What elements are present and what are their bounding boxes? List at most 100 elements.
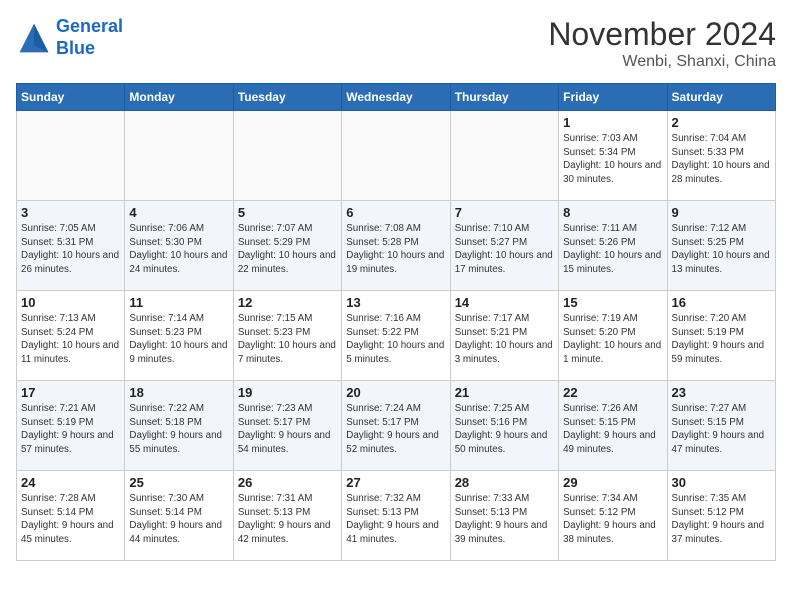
- day-number: 1: [563, 115, 662, 130]
- day-number: 25: [129, 475, 228, 490]
- calendar-cell: 16 Sunrise: 7:20 AM Sunset: 5:19 PM Dayli…: [667, 291, 775, 381]
- day-info: Sunrise: 7:20 AM Sunset: 5:19 PM Dayligh…: [672, 312, 771, 367]
- day-number: 13: [346, 295, 445, 310]
- logo-icon: [16, 20, 52, 56]
- calendar-week-4: 17 Sunrise: 7:21 AM Sunset: 5:19 PM Dayli…: [17, 381, 776, 471]
- calendar-cell: [125, 111, 233, 201]
- calendar-cell: 14Sunrise: 7:17 AM Sunset: 5:21 PM Dayli…: [450, 291, 558, 381]
- page-header: General Blue November 2024 Wenbi, Shanxi…: [16, 16, 776, 71]
- calendar-cell: 28 Sunrise: 7:33 AM Sunset: 5:13 PM Dayli…: [450, 471, 558, 561]
- day-number: 22: [563, 385, 662, 400]
- day-number: 24: [21, 475, 120, 490]
- calendar-cell: 23 Sunrise: 7:27 AM Sunset: 5:15 PM Dayli…: [667, 381, 775, 471]
- day-info: Sunrise: 7:25 AM Sunset: 5:16 PM Dayligh…: [455, 402, 554, 457]
- day-header-saturday: Saturday: [667, 84, 775, 111]
- day-info: Sunrise: 7:19 AM Sunset: 5:20 PM Dayligh…: [563, 312, 662, 367]
- calendar-cell: 18 Sunrise: 7:22 AM Sunset: 5:18 PM Dayli…: [125, 381, 233, 471]
- calendar-header-row: SundayMondayTuesdayWednesdayThursdayFrid…: [17, 84, 776, 111]
- logo: General Blue: [16, 16, 123, 59]
- calendar-week-3: 10 Sunrise: 7:13 AM Sunset: 5:24 PM Dayli…: [17, 291, 776, 381]
- day-number: 16: [672, 295, 771, 310]
- calendar-cell: 12 Sunrise: 7:15 AM Sunset: 5:23 PM Dayli…: [233, 291, 341, 381]
- day-info: Sunrise: 7:17 AM Sunset: 5:21 PM Dayligh…: [455, 312, 554, 367]
- calendar-cell: 29Sunrise: 7:34 AM Sunset: 5:12 PM Dayli…: [559, 471, 667, 561]
- day-number: 19: [238, 385, 337, 400]
- calendar-cell: 20Sunrise: 7:24 AM Sunset: 5:17 PM Dayli…: [342, 381, 450, 471]
- day-info: Sunrise: 7:23 AM Sunset: 5:17 PM Dayligh…: [238, 402, 337, 457]
- calendar-cell: 13Sunrise: 7:16 AM Sunset: 5:22 PM Dayli…: [342, 291, 450, 381]
- calendar-cell: [233, 111, 341, 201]
- calendar-cell: 27 Sunrise: 7:32 AM Sunset: 5:13 PM Dayli…: [342, 471, 450, 561]
- day-number: 10: [21, 295, 120, 310]
- day-info: Sunrise: 7:14 AM Sunset: 5:23 PM Dayligh…: [129, 312, 228, 367]
- day-number: 17: [21, 385, 120, 400]
- day-header-monday: Monday: [125, 84, 233, 111]
- calendar-cell: 8 Sunrise: 7:11 AM Sunset: 5:26 PM Daylig…: [559, 201, 667, 291]
- logo-line2: Blue: [56, 38, 95, 58]
- day-info: Sunrise: 7:07 AM Sunset: 5:29 PM Dayligh…: [238, 222, 337, 277]
- day-number: 28: [455, 475, 554, 490]
- calendar-cell: 9Sunrise: 7:12 AM Sunset: 5:25 PM Daylig…: [667, 201, 775, 291]
- day-header-thursday: Thursday: [450, 84, 558, 111]
- logo-line1: General: [56, 16, 123, 36]
- day-info: Sunrise: 7:28 AM Sunset: 5:14 PM Dayligh…: [21, 492, 120, 547]
- day-info: Sunrise: 7:27 AM Sunset: 5:15 PM Dayligh…: [672, 402, 771, 457]
- calendar-cell: 10 Sunrise: 7:13 AM Sunset: 5:24 PM Dayli…: [17, 291, 125, 381]
- calendar-cell: 7 Sunrise: 7:10 AM Sunset: 5:27 PM Daylig…: [450, 201, 558, 291]
- day-number: 20: [346, 385, 445, 400]
- day-number: 3: [21, 205, 120, 220]
- day-info: Sunrise: 7:15 AM Sunset: 5:23 PM Dayligh…: [238, 312, 337, 367]
- calendar-cell: 30Sunrise: 7:35 AM Sunset: 5:12 PM Dayli…: [667, 471, 775, 561]
- calendar-cell: 11Sunrise: 7:14 AM Sunset: 5:23 PM Dayli…: [125, 291, 233, 381]
- day-number: 7: [455, 205, 554, 220]
- calendar-cell: 26 Sunrise: 7:31 AM Sunset: 5:13 PM Dayli…: [233, 471, 341, 561]
- calendar-cell: 19 Sunrise: 7:23 AM Sunset: 5:17 PM Dayli…: [233, 381, 341, 471]
- calendar-cell: 25Sunrise: 7:30 AM Sunset: 5:14 PM Dayli…: [125, 471, 233, 561]
- day-header-sunday: Sunday: [17, 84, 125, 111]
- calendar-cell: [17, 111, 125, 201]
- day-info: Sunrise: 7:11 AM Sunset: 5:26 PM Dayligh…: [563, 222, 662, 277]
- day-info: Sunrise: 7:13 AM Sunset: 5:24 PM Dayligh…: [21, 312, 120, 367]
- day-info: Sunrise: 7:03 AM Sunset: 5:34 PM Dayligh…: [563, 132, 662, 187]
- day-info: Sunrise: 7:04 AM Sunset: 5:33 PM Dayligh…: [672, 132, 771, 187]
- day-number: 12: [238, 295, 337, 310]
- calendar-cell: 21 Sunrise: 7:25 AM Sunset: 5:16 PM Dayli…: [450, 381, 558, 471]
- calendar-cell: [342, 111, 450, 201]
- day-info: Sunrise: 7:31 AM Sunset: 5:13 PM Dayligh…: [238, 492, 337, 547]
- calendar-cell: 1 Sunrise: 7:03 AM Sunset: 5:34 PM Daylig…: [559, 111, 667, 201]
- day-info: Sunrise: 7:21 AM Sunset: 5:19 PM Dayligh…: [21, 402, 120, 457]
- day-number: 30: [672, 475, 771, 490]
- calendar-cell: 2 Sunrise: 7:04 AM Sunset: 5:33 PM Daylig…: [667, 111, 775, 201]
- day-info: Sunrise: 7:22 AM Sunset: 5:18 PM Dayligh…: [129, 402, 228, 457]
- calendar-week-5: 24 Sunrise: 7:28 AM Sunset: 5:14 PM Dayli…: [17, 471, 776, 561]
- calendar-cell: 6 Sunrise: 7:08 AM Sunset: 5:28 PM Daylig…: [342, 201, 450, 291]
- day-info: Sunrise: 7:33 AM Sunset: 5:13 PM Dayligh…: [455, 492, 554, 547]
- day-info: Sunrise: 7:26 AM Sunset: 5:15 PM Dayligh…: [563, 402, 662, 457]
- calendar-week-1: 1 Sunrise: 7:03 AM Sunset: 5:34 PM Daylig…: [17, 111, 776, 201]
- day-number: 21: [455, 385, 554, 400]
- day-number: 18: [129, 385, 228, 400]
- day-info: Sunrise: 7:10 AM Sunset: 5:27 PM Dayligh…: [455, 222, 554, 277]
- day-info: Sunrise: 7:32 AM Sunset: 5:13 PM Dayligh…: [346, 492, 445, 547]
- day-info: Sunrise: 7:08 AM Sunset: 5:28 PM Dayligh…: [346, 222, 445, 277]
- day-number: 26: [238, 475, 337, 490]
- day-number: 6: [346, 205, 445, 220]
- day-number: 4: [129, 205, 228, 220]
- calendar-cell: 15Sunrise: 7:19 AM Sunset: 5:20 PM Dayli…: [559, 291, 667, 381]
- logo-text: General Blue: [56, 16, 123, 59]
- calendar-table: SundayMondayTuesdayWednesdayThursdayFrid…: [16, 83, 776, 561]
- day-number: 29: [563, 475, 662, 490]
- day-header-friday: Friday: [559, 84, 667, 111]
- day-number: 5: [238, 205, 337, 220]
- day-header-tuesday: Tuesday: [233, 84, 341, 111]
- day-info: Sunrise: 7:06 AM Sunset: 5:30 PM Dayligh…: [129, 222, 228, 277]
- day-header-wednesday: Wednesday: [342, 84, 450, 111]
- day-info: Sunrise: 7:12 AM Sunset: 5:25 PM Dayligh…: [672, 222, 771, 277]
- day-number: 27: [346, 475, 445, 490]
- day-number: 2: [672, 115, 771, 130]
- day-number: 23: [672, 385, 771, 400]
- calendar-cell: 17 Sunrise: 7:21 AM Sunset: 5:19 PM Dayli…: [17, 381, 125, 471]
- location: Wenbi, Shanxi, China: [548, 53, 776, 71]
- calendar-cell: 24 Sunrise: 7:28 AM Sunset: 5:14 PM Dayli…: [17, 471, 125, 561]
- day-number: 8: [563, 205, 662, 220]
